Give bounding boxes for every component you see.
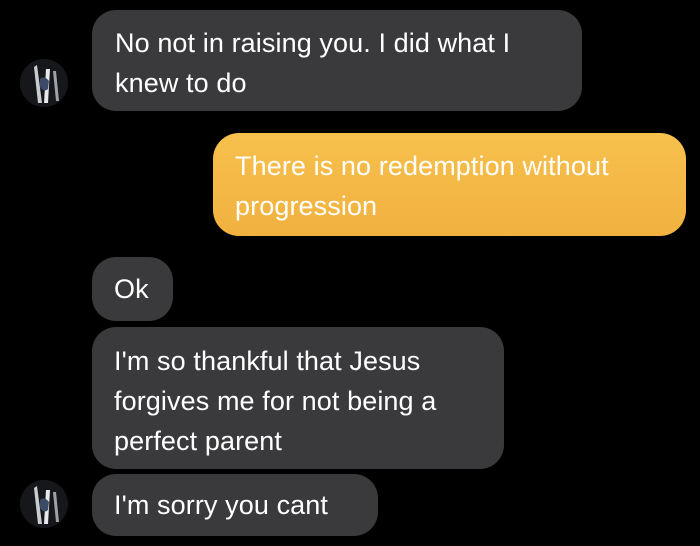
contact-avatar-icon[interactable] (20, 59, 68, 107)
message-text: I'm sorry you cant (114, 490, 329, 520)
message-bubble-outgoing[interactable]: There is no redemption without progressi… (213, 133, 686, 236)
message-bubble-incoming[interactable]: I'm so thankful that Jesus forgives me f… (92, 327, 504, 469)
message-text: No not in raising you. I did what I knew… (115, 28, 511, 98)
message-bubble-incoming[interactable]: No not in raising you. I did what I knew… (92, 10, 582, 111)
message-bubble-incoming[interactable]: I'm sorry you cant (92, 474, 378, 536)
contact-avatar-icon[interactable] (20, 480, 68, 528)
message-text: I'm so thankful that Jesus forgives me f… (114, 346, 437, 456)
message-text: There is no redemption without progressi… (235, 151, 609, 221)
message-text: Ok (114, 274, 149, 304)
avatar-image (20, 480, 68, 528)
message-bubble-incoming[interactable]: Ok (92, 257, 173, 321)
avatar-image (20, 59, 68, 107)
